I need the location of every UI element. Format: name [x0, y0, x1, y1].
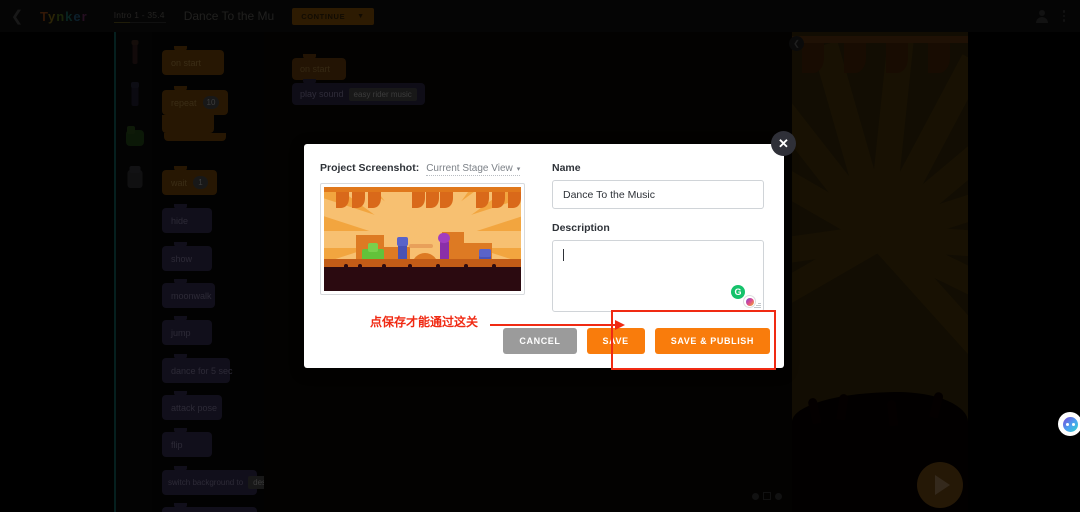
tynker-editor-screen: ❮ Tynker Intro 1 - 35.4 Dance To the Mu …: [0, 0, 1080, 512]
name-label: Name: [552, 162, 581, 174]
arrow-head-icon: [615, 320, 625, 330]
fields-column: Name Dance To the Music Description G: [552, 162, 764, 312]
screenshot-preview-image: [324, 187, 521, 291]
arrow-shaft: [490, 324, 616, 326]
cymbal: [409, 244, 433, 248]
crowd-hand: [464, 264, 468, 275]
character-bassist-head: [397, 237, 408, 246]
crowd-hand: [436, 264, 440, 275]
screenshot-source-dropdown[interactable]: Current Stage View ▾: [426, 163, 521, 176]
grammarly-icon[interactable]: G: [731, 285, 745, 299]
close-icon[interactable]: ✕: [771, 131, 796, 156]
screenshot-label: Project Screenshot:: [320, 162, 420, 174]
screenshot-source-value: Current Stage View: [426, 163, 513, 174]
character-fan-head: [479, 249, 491, 257]
screenshot-column: Project Screenshot: Current Stage View ▾: [320, 162, 532, 312]
annotation-text: 点保存才能通过这关: [370, 315, 479, 329]
chevron-down-icon: ▾: [516, 165, 521, 173]
description-label: Description: [552, 222, 610, 234]
project-description-input[interactable]: G: [552, 240, 764, 312]
annotation-arrow: [490, 320, 625, 330]
assistant-eyes: [1063, 422, 1078, 426]
screenshot-preview-frame[interactable]: [320, 183, 525, 295]
project-name-input[interactable]: Dance To the Music: [552, 180, 764, 209]
annotation-highlight-box: [611, 310, 776, 370]
stage-light-icon: [476, 192, 489, 208]
crowd-hand: [408, 264, 412, 275]
crowd-hand: [344, 264, 348, 275]
project-name-value: Dance To the Music: [563, 188, 656, 201]
character-singer-head: [438, 233, 450, 243]
help-assistant-icon[interactable]: [1058, 412, 1080, 436]
cancel-button[interactable]: CANCEL: [503, 328, 577, 354]
field-spacer: [552, 209, 764, 222]
screenshot-row: Project Screenshot: Current Stage View ▾: [320, 162, 532, 176]
crowd-hand: [492, 264, 496, 275]
crowd-hand: [382, 264, 386, 275]
resize-handle-icon[interactable]: [753, 301, 761, 309]
character-dragon-head: [368, 243, 378, 252]
text-caret: [563, 249, 564, 261]
dialog-body: Project Screenshot: Current Stage View ▾: [304, 144, 784, 312]
crowd-hand: [358, 264, 362, 275]
